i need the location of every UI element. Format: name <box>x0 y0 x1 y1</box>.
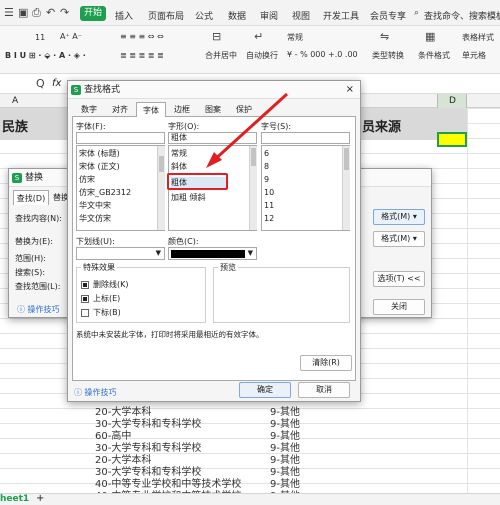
arrow-shaft <box>210 92 289 164</box>
red-arrow-annotation <box>206 92 289 168</box>
